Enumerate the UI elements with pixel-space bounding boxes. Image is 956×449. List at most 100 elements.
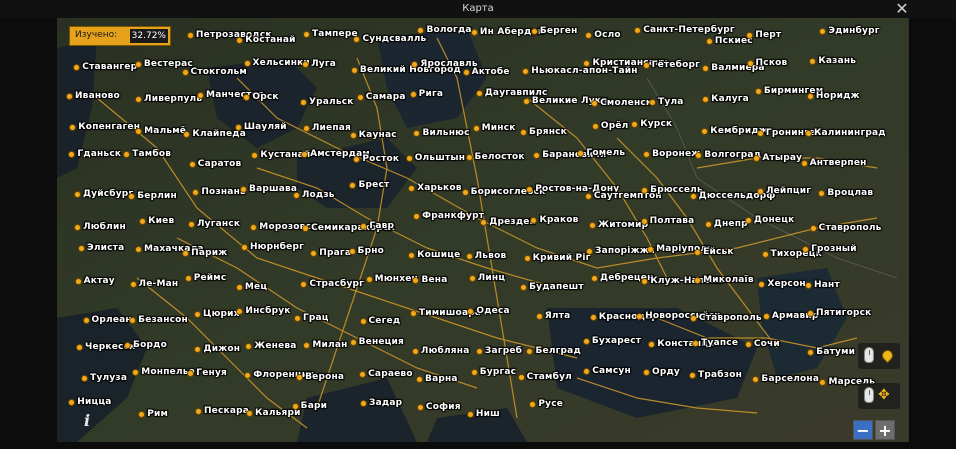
city-marker[interactable] xyxy=(806,92,814,100)
city-marker[interactable] xyxy=(293,314,301,322)
city-marker[interactable] xyxy=(467,307,475,315)
city-marker[interactable] xyxy=(522,97,530,105)
city-marker[interactable] xyxy=(470,28,478,36)
city-marker[interactable] xyxy=(299,98,307,106)
city-marker[interactable] xyxy=(303,341,311,349)
city-marker[interactable] xyxy=(181,69,189,77)
city-marker[interactable] xyxy=(409,310,417,318)
city-marker[interactable] xyxy=(468,275,476,282)
city-marker[interactable] xyxy=(689,314,697,322)
city-marker[interactable] xyxy=(408,251,416,259)
city-marker[interactable] xyxy=(132,368,140,376)
city-marker[interactable] xyxy=(694,248,702,256)
city-marker[interactable] xyxy=(129,280,137,288)
city-label: Генуя xyxy=(196,367,227,378)
city-marker[interactable] xyxy=(530,27,538,35)
city-marker[interactable] xyxy=(302,124,310,132)
city-marker[interactable] xyxy=(359,370,367,378)
city-marker[interactable] xyxy=(416,403,424,411)
city-marker[interactable] xyxy=(139,217,147,225)
city-marker[interactable] xyxy=(302,31,310,39)
close-button[interactable]: ✕ xyxy=(892,1,912,17)
city-marker[interactable] xyxy=(301,150,309,158)
zoom-out-button[interactable]: − xyxy=(853,420,873,440)
city-marker[interactable] xyxy=(634,26,642,34)
city-marker[interactable] xyxy=(746,59,754,67)
city-marker[interactable] xyxy=(73,190,81,198)
city-marker[interactable] xyxy=(692,339,700,347)
city-marker[interactable] xyxy=(649,98,657,106)
city-marker[interactable] xyxy=(647,245,655,253)
city-marker[interactable] xyxy=(365,275,373,283)
city-marker[interactable] xyxy=(642,369,650,377)
city-marker[interactable] xyxy=(472,125,480,133)
city-marker[interactable] xyxy=(243,59,251,67)
city-marker[interactable] xyxy=(520,283,528,291)
city-marker[interactable] xyxy=(194,310,202,318)
city-marker[interactable] xyxy=(689,371,697,379)
city-marker[interactable] xyxy=(360,399,368,407)
city-marker[interactable] xyxy=(475,89,483,97)
city-marker[interactable] xyxy=(756,187,764,195)
city-marker[interactable] xyxy=(746,31,754,39)
city-marker[interactable] xyxy=(695,151,703,159)
city-marker[interactable] xyxy=(470,369,478,376)
info-button[interactable]: i xyxy=(76,410,98,432)
city-marker[interactable] xyxy=(349,338,357,346)
city-marker[interactable] xyxy=(584,192,592,200)
city-marker[interactable] xyxy=(240,243,248,251)
city-marker[interactable] xyxy=(134,245,142,253)
city-marker[interactable] xyxy=(349,131,357,139)
city-marker[interactable] xyxy=(359,317,367,325)
city-marker[interactable] xyxy=(405,154,413,162)
city-marker[interactable] xyxy=(744,341,752,349)
city-marker[interactable] xyxy=(590,274,598,282)
city-marker[interactable] xyxy=(302,224,310,232)
city-marker[interactable] xyxy=(761,250,769,258)
city-marker[interactable] xyxy=(462,68,470,76)
city-marker[interactable] xyxy=(466,410,474,418)
city-marker[interactable] xyxy=(641,186,649,194)
city-marker[interactable] xyxy=(291,402,299,410)
city-marker[interactable] xyxy=(800,159,808,167)
city-marker[interactable] xyxy=(356,93,364,101)
city-marker[interactable] xyxy=(240,185,248,193)
city-marker[interactable] xyxy=(409,91,417,99)
city-marker[interactable] xyxy=(465,153,473,161)
zoom-in-button[interactable]: + xyxy=(875,420,895,440)
city-label: Мюнхен xyxy=(374,273,418,284)
city-marker[interactable] xyxy=(591,122,599,130)
city-marker[interactable] xyxy=(74,277,82,285)
city-marker[interactable] xyxy=(134,60,142,68)
city-marker[interactable] xyxy=(234,123,242,131)
world-map[interactable]: ЭстерсундВасаПетрозаводскКостанайТампере… xyxy=(57,18,909,442)
city-marker[interactable] xyxy=(517,373,525,381)
city-marker[interactable] xyxy=(465,252,473,260)
city-marker[interactable] xyxy=(348,248,356,256)
city-marker[interactable] xyxy=(244,371,252,379)
city-marker[interactable] xyxy=(350,66,358,74)
city-marker[interactable] xyxy=(523,254,531,262)
city-marker[interactable] xyxy=(124,341,132,349)
city-label: Грозный xyxy=(811,243,857,254)
city-marker[interactable] xyxy=(184,274,192,282)
city-marker[interactable] xyxy=(235,283,243,291)
city-marker[interactable] xyxy=(689,192,697,200)
city-label: Луга xyxy=(311,59,337,70)
city-marker[interactable] xyxy=(188,160,196,168)
city-label: Актобе xyxy=(471,66,510,77)
city-marker[interactable] xyxy=(123,150,131,158)
city-marker[interactable] xyxy=(642,62,650,70)
city-marker[interactable] xyxy=(802,245,810,253)
city-marker[interactable] xyxy=(705,38,713,46)
city-marker[interactable] xyxy=(809,224,817,232)
city-label: Франкфурт xyxy=(422,211,485,222)
city-marker[interactable] xyxy=(807,309,815,317)
city-marker[interactable] xyxy=(744,217,752,225)
city-marker[interactable] xyxy=(76,343,84,351)
city-marker[interactable] xyxy=(640,217,648,225)
city-marker[interactable] xyxy=(582,337,590,345)
city-marker[interactable] xyxy=(804,129,812,137)
city-marker[interactable] xyxy=(461,188,469,196)
city-marker[interactable] xyxy=(756,130,764,138)
